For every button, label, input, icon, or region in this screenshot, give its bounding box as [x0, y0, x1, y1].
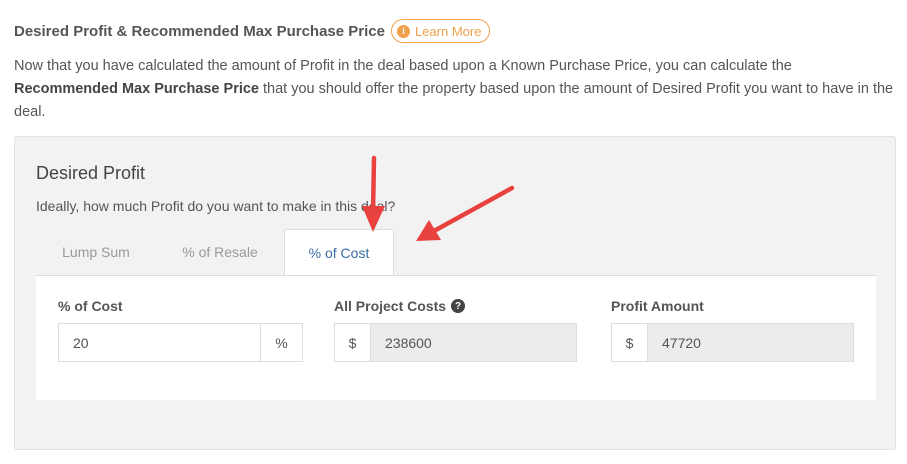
percent-of-cost-group: % [58, 323, 303, 362]
profit-amount-label: Profit Amount [611, 298, 704, 314]
profit-amount-input [647, 323, 854, 362]
percent-of-cost-field: % of Cost % [58, 297, 303, 362]
dollar-addon: $ [334, 323, 370, 362]
info-icon: i [396, 24, 410, 38]
description-bold: Recommended Max Purchase Price [14, 81, 259, 97]
panel-question: Ideally, how much Profit do you want to … [36, 198, 396, 214]
desired-profit-panel: Desired Profit Ideally, how much Profit … [14, 136, 896, 450]
tab-content: % of Cost % All Project Costs ? $ Profit… [36, 275, 876, 400]
percent-of-cost-input[interactable] [58, 323, 261, 362]
tab-percent-of-cost[interactable]: % of Cost [284, 229, 394, 275]
all-project-costs-label-row: All Project Costs ? [334, 297, 577, 315]
profit-amount-group: $ [611, 323, 854, 362]
percent-of-cost-label: % of Cost [58, 298, 123, 314]
dollar-addon: $ [611, 323, 647, 362]
section-title: Desired Profit & Recommended Max Purchas… [14, 22, 385, 40]
tab-lump-sum[interactable]: Lump Sum [36, 229, 156, 275]
panel-title: Desired Profit [36, 163, 146, 183]
section-description: Now that you have calculated the amount … [14, 55, 894, 124]
section-header: Desired Profit & Recommended Max Purchas… [14, 19, 491, 43]
learn-more-label: Learn More [414, 23, 482, 39]
all-project-costs-input [370, 323, 577, 362]
all-project-costs-field: All Project Costs ? $ [334, 297, 577, 362]
help-icon[interactable]: ? [451, 299, 466, 313]
percent-addon: % [261, 323, 303, 362]
all-project-costs-label: All Project Costs [334, 298, 447, 314]
profit-tabs: Lump Sum % of Resale % of Cost [36, 229, 394, 275]
all-project-costs-group: $ [334, 323, 577, 362]
learn-more-button[interactable]: i Learn More [390, 19, 491, 43]
tab-percent-of-resale[interactable]: % of Resale [156, 229, 284, 275]
description-text-1: Now that you have calculated the amount … [14, 58, 792, 74]
profit-amount-field: Profit Amount $ [611, 297, 854, 362]
